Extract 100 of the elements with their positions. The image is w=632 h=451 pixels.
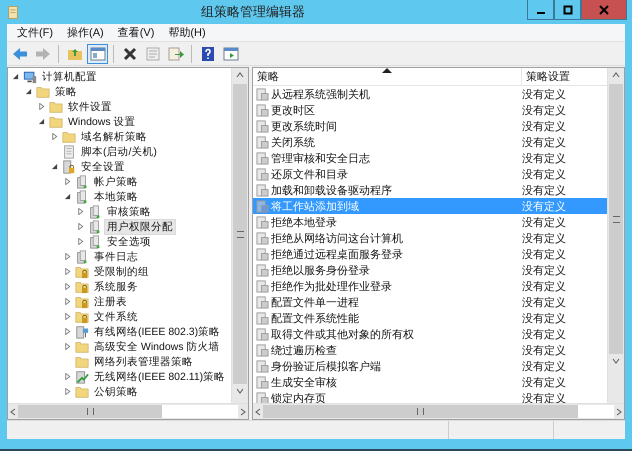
menu-item[interactable]: 查看(V) (112, 25, 160, 40)
policy-row[interactable]: 更改系统时间 没有定义 (253, 118, 607, 134)
tree-item[interactable]: 公钥策略 (91, 384, 141, 400)
policy-row[interactable]: 拒绝本地登录 没有定义 (253, 214, 607, 230)
policy-row[interactable]: 身份验证后模拟客户端 没有定义 (253, 358, 607, 374)
tree-item[interactable]: 本地策略 (91, 188, 141, 204)
folder-icon (75, 340, 89, 354)
collapsed-arrow-icon[interactable] (64, 178, 71, 185)
collapsed-arrow-icon[interactable] (51, 133, 58, 140)
policy-row[interactable]: 从远程系统强制关机 没有定义 (253, 86, 607, 102)
expanded-arrow-icon[interactable] (38, 118, 45, 125)
policy-icon (256, 136, 269, 148)
policy-setting: 没有定义 (522, 232, 566, 244)
folder-up-icon (66, 46, 82, 60)
policy-setting: 没有定义 (522, 216, 566, 228)
horizontal-scrollbar[interactable] (8, 403, 248, 419)
scrollbar-thumb[interactable] (18, 405, 162, 418)
collapsed-arrow-icon[interactable] (77, 223, 84, 230)
policy-name: 加载和卸载设备驱动程序 (271, 184, 392, 198)
tree-item[interactable]: 计算机配置 (39, 68, 100, 84)
tree-item[interactable]: 脚本(启动/关机) (78, 144, 160, 160)
tree-item[interactable]: 高级安全 Windows 防火墙 (91, 338, 222, 354)
policy-setting: 没有定义 (522, 152, 566, 164)
policy-row[interactable]: 取得文件或其他对象的所有权 没有定义 (253, 326, 607, 342)
tree-item[interactable]: 注册表 (91, 294, 130, 310)
maximize-button[interactable] (554, 0, 581, 20)
tree-item[interactable]: 安全设置 (78, 158, 128, 174)
tree-item[interactable]: 策略 (52, 84, 80, 100)
policy-icon (256, 344, 269, 356)
policy-row[interactable]: 拒绝作为批处理作业登录 没有定义 (253, 278, 607, 294)
policy-row[interactable]: 关闭系统 没有定义 (253, 134, 607, 150)
collapsed-arrow-icon[interactable] (64, 388, 71, 395)
tree-item[interactable]: 事件日志 (91, 248, 141, 264)
tree-item[interactable]: 用户权限分配 (104, 218, 176, 234)
policy-row[interactable]: 配置文件单一进程 没有定义 (253, 294, 607, 310)
policy-name: 配置文件系统性能 (271, 312, 359, 326)
column-header[interactable]: 策略 (253, 68, 522, 85)
collapsed-arrow-icon[interactable] (64, 283, 71, 290)
policy-icon (256, 184, 269, 196)
tree-item[interactable]: 域名解析策略 (78, 128, 150, 144)
collapsed-arrow-icon[interactable] (64, 373, 71, 380)
menu-item[interactable]: 帮助(H) (162, 25, 212, 40)
scrollbar-thumb[interactable] (263, 405, 578, 418)
policy-setting: 没有定义 (522, 168, 566, 180)
collapsed-arrow-icon[interactable] (64, 298, 71, 305)
collapsed-arrow-icon[interactable] (77, 208, 84, 215)
locked-folder-icon (75, 294, 89, 308)
policy-setting: 没有定义 (522, 104, 566, 116)
collapsed-arrow-icon[interactable] (77, 238, 84, 245)
policy-row[interactable]: 拒绝通过远程桌面服务登录 没有定义 (253, 246, 607, 262)
scrollbar-thumb[interactable] (233, 84, 247, 384)
tree-item[interactable]: 审核策略 (104, 204, 154, 220)
tree-item[interactable]: 无线网络(IEEE 802.11)策略 (91, 368, 228, 384)
tree-item[interactable]: 文件系统 (91, 308, 141, 324)
policy-setting: 没有定义 (522, 344, 566, 356)
expanded-arrow-icon[interactable] (64, 193, 71, 200)
folder-icon (49, 100, 63, 114)
policy-row[interactable]: 更改时区 没有定义 (253, 102, 607, 118)
expanded-arrow-icon[interactable] (25, 88, 32, 95)
expanded-arrow-icon[interactable] (51, 163, 58, 170)
collapsed-arrow-icon[interactable] (64, 253, 71, 260)
policy-row[interactable]: 拒绝以服务身份登录 没有定义 (253, 262, 607, 278)
collapsed-arrow-icon[interactable] (64, 268, 71, 275)
tree-item[interactable]: 网络列表管理器策略 (91, 354, 196, 370)
tree-item[interactable]: 软件设置 (65, 98, 115, 114)
policy-row[interactable]: 管理审核和安全日志 没有定义 (253, 150, 607, 166)
vertical-scrollbar[interactable] (607, 68, 624, 403)
policy-row[interactable]: 还原文件和目录 没有定义 (253, 166, 607, 182)
tree-item[interactable]: 系统服务 (91, 278, 141, 294)
server-lock-icon (62, 160, 76, 174)
policy-icon (256, 120, 269, 132)
tree-item[interactable]: 有线网络(IEEE 802.3)策略 (91, 324, 224, 340)
window-title: 组策略管理编辑器 (200, 3, 306, 21)
policy-icon (256, 312, 269, 324)
column-header[interactable]: 策略设置 (522, 68, 570, 85)
tree-item[interactable]: Windows 设置 (65, 114, 139, 130)
policy-row[interactable]: 生成安全审核 没有定义 (253, 374, 607, 390)
menu-item[interactable]: 文件(F) (11, 25, 60, 40)
collapsed-arrow-icon[interactable] (64, 313, 71, 320)
scrollbar-thumb[interactable] (609, 84, 623, 354)
delete-icon (122, 46, 136, 60)
minimize-button[interactable] (527, 0, 554, 20)
vertical-scrollbar[interactable] (231, 68, 248, 403)
menu-item[interactable]: 操作(A) (61, 25, 110, 40)
policy-name: 绕过遍历检查 (271, 344, 337, 358)
properties-icon (146, 46, 160, 60)
close-button[interactable] (581, 0, 627, 20)
policy-row[interactable]: 拒绝从网络访问这台计算机 没有定义 (253, 230, 607, 246)
help-icon (200, 46, 214, 62)
collapsed-arrow-icon[interactable] (64, 343, 71, 350)
expanded-arrow-icon[interactable] (12, 73, 19, 80)
policy-row[interactable]: 绕过遍历检查 没有定义 (253, 342, 607, 358)
tree-item[interactable]: 帐户策略 (91, 174, 141, 190)
locked-folder-icon (75, 264, 89, 278)
tree-item[interactable]: 受限制的组 (91, 264, 152, 280)
tree-item[interactable]: 安全选项 (104, 234, 154, 250)
policy-row[interactable]: 配置文件系统性能 没有定义 (253, 310, 607, 326)
policy-row[interactable]: 加载和卸载设备驱动程序 没有定义 (253, 182, 607, 198)
collapsed-arrow-icon[interactable] (38, 103, 45, 110)
collapsed-arrow-icon[interactable] (64, 328, 71, 335)
